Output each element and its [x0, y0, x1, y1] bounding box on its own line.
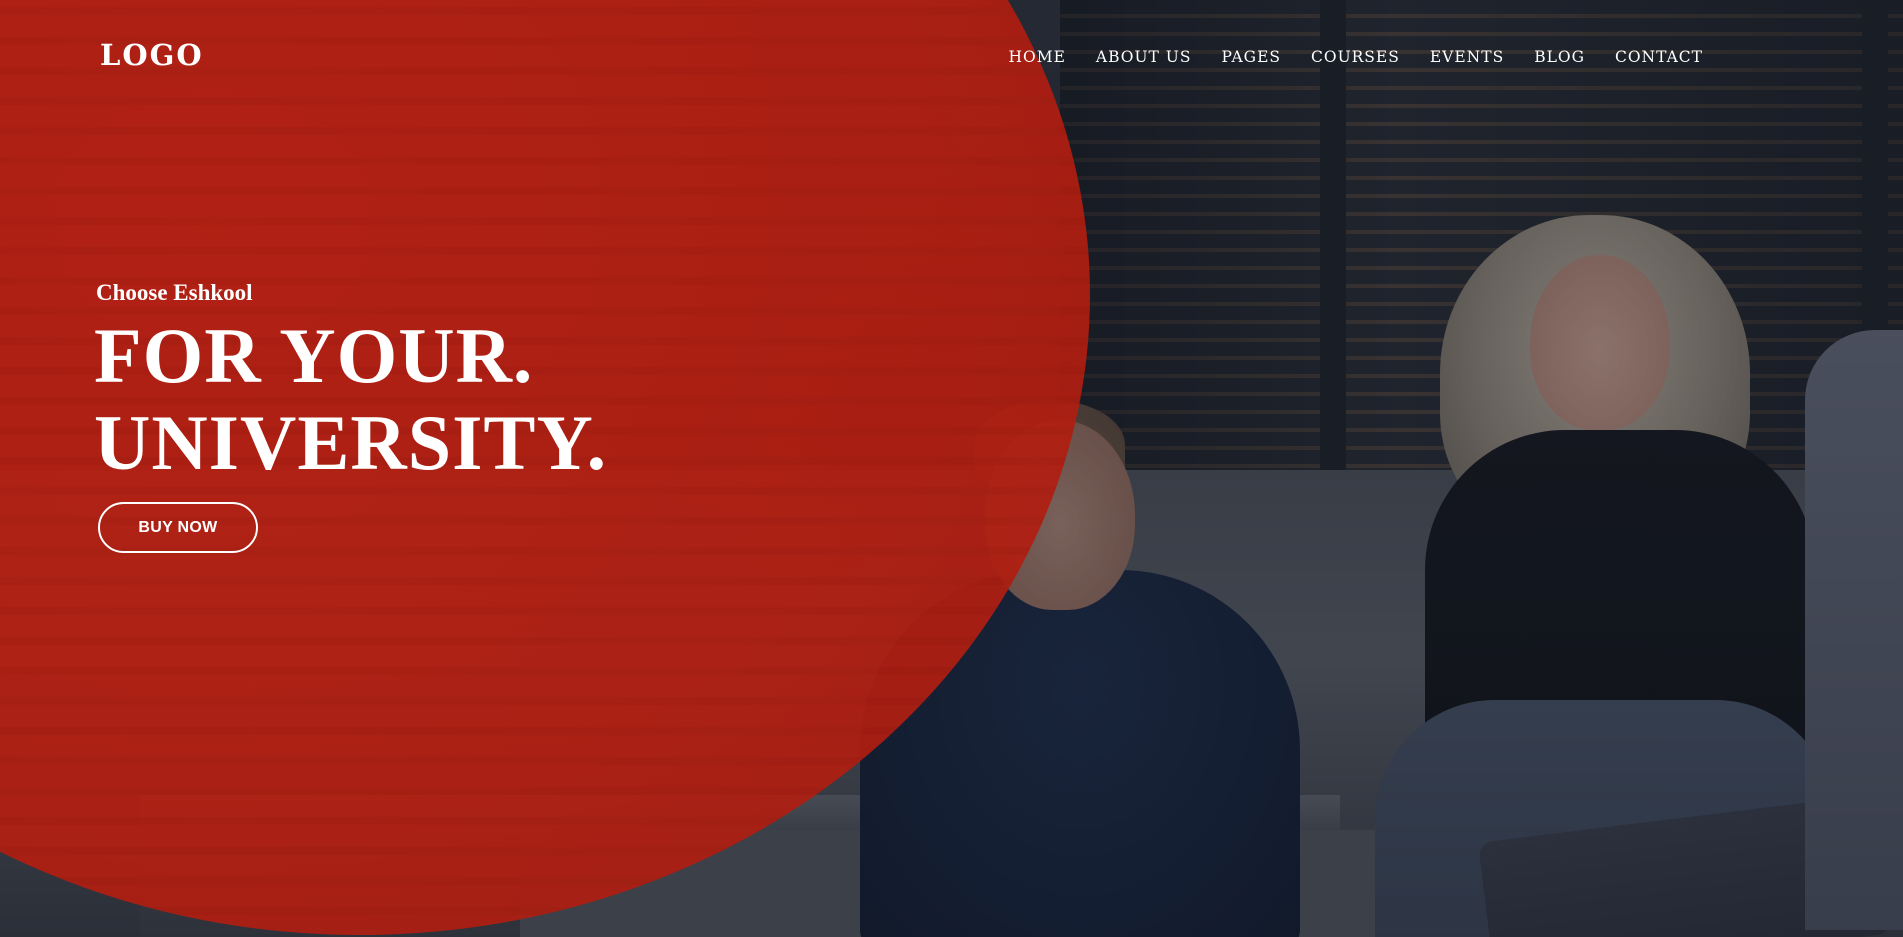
main-nav: HOME ABOUT US PAGES COURSES EVENTS BLOG …	[978, 48, 1703, 66]
site-header: LOGO HOME ABOUT US PAGES COURSES EVENTS …	[0, 0, 1903, 118]
nav-item-contact[interactable]: CONTACT	[1615, 48, 1703, 66]
nav-item-events[interactable]: EVENTS	[1430, 48, 1504, 66]
nav-item-home[interactable]: HOME	[1008, 48, 1065, 66]
buy-now-button[interactable]: BUY NOW	[98, 502, 258, 553]
nav-item-pages[interactable]: PAGES	[1221, 48, 1281, 66]
hero-section: LOGO HOME ABOUT US PAGES COURSES EVENTS …	[0, 0, 1903, 937]
hero-eyebrow: Choose Eshkool	[96, 280, 253, 305]
nav-item-blog[interactable]: BLOG	[1534, 48, 1585, 66]
hero-headline-line-1: FOR YOUR.	[94, 312, 534, 399]
nav-item-courses[interactable]: COURSES	[1311, 48, 1400, 66]
nav-item-about-us[interactable]: ABOUT US	[1096, 48, 1192, 66]
site-logo[interactable]: LOGO	[100, 38, 204, 72]
hero-copy: Choose Eshkool FOR YOUR. UNIVERSITY.	[94, 280, 607, 486]
hero-headline-line-2: UNIVERSITY.	[94, 399, 608, 486]
